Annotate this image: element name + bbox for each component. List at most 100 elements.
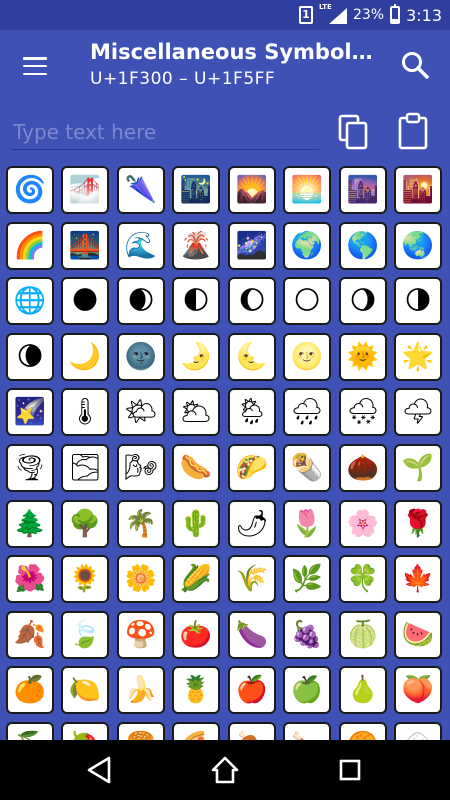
symbol-cell[interactable]: 🌧	[283, 388, 331, 437]
clipboard-icon[interactable]	[396, 112, 430, 150]
symbol-cell[interactable]: 🍕	[172, 722, 220, 740]
symbol-cell[interactable]: 🍄	[117, 610, 165, 659]
status-icons: 1 LTE 23% 3:13	[298, 3, 442, 25]
symbol-cell[interactable]: 🌬	[117, 444, 165, 492]
symbol-cell[interactable]: 🍅	[172, 610, 220, 659]
home-icon[interactable]	[207, 752, 243, 788]
symbol-cell[interactable]: 🌛	[172, 332, 220, 381]
symbol-cell[interactable]: 🌀	[6, 166, 54, 214]
symbol-cell[interactable]: 🍁	[394, 555, 442, 604]
symbol-cell[interactable]: 🌭	[172, 444, 220, 492]
symbol-cell[interactable]: 🌯	[283, 444, 331, 492]
symbol-cell[interactable]: 🍖	[228, 722, 276, 740]
symbol-cell[interactable]: 🌑	[61, 277, 109, 326]
symbol-cell[interactable]: 🍍	[172, 666, 220, 715]
symbol-cell[interactable]: 🌋	[172, 221, 220, 270]
symbol-cell[interactable]: 🍒	[6, 722, 54, 740]
symbol-cell[interactable]: 🍃	[61, 610, 109, 659]
symbol-cell[interactable]: 🌊	[117, 221, 165, 270]
symbol-cell[interactable]: 🌕	[283, 277, 331, 326]
symbol-cell[interactable]: 🌻	[61, 555, 109, 604]
symbol-cell[interactable]: 🍙	[394, 722, 442, 740]
symbol-cell[interactable]: 🌙	[61, 332, 109, 381]
symbol-cell[interactable]: 🍏	[283, 666, 331, 715]
symbol-cell[interactable]: 🌂	[117, 166, 165, 214]
symbol-cell[interactable]: 🌖	[339, 277, 387, 326]
symbol-cell[interactable]: 🍔	[117, 722, 165, 740]
symbol-cell[interactable]: 🍘	[339, 722, 387, 740]
symbol-cell[interactable]: 🍎	[228, 666, 276, 715]
symbol-cell[interactable]: 🍋	[61, 666, 109, 715]
symbol-cell[interactable]: 🍐	[339, 666, 387, 715]
symbol-cell[interactable]: 🌶	[228, 499, 276, 548]
symbol-cell[interactable]: 🌱	[394, 444, 442, 492]
symbol-cell[interactable]: 🍉	[394, 610, 442, 659]
battery-percent: 23%	[352, 7, 385, 23]
symbol-cell[interactable]: 🌚	[117, 332, 165, 381]
symbol-cell[interactable]: 🌡	[61, 388, 109, 437]
symbol-cell[interactable]: 🌔	[228, 277, 276, 326]
symbol-cell[interactable]: 🌠	[6, 388, 54, 437]
symbol-cell[interactable]: 🌗	[394, 277, 442, 326]
symbol-cell[interactable]: 🌿	[283, 555, 331, 604]
symbol-cell[interactable]: 🍇	[283, 610, 331, 659]
symbol-cell[interactable]: 🌓	[172, 277, 220, 326]
symbol-cell[interactable]: 🌇	[394, 166, 442, 214]
symbol-cell[interactable]: 🌞	[339, 332, 387, 381]
title-block: Miscellaneous Symbol… U+1F300 – U+1F5FF	[90, 40, 380, 89]
symbol-cell[interactable]: 🌮	[228, 444, 276, 492]
symbol-cell[interactable]: 🌝	[283, 332, 331, 381]
symbol-cell[interactable]: 🌃	[172, 166, 220, 214]
symbol-cell[interactable]: 🌅	[283, 166, 331, 214]
symbol-cell[interactable]: 🌲	[6, 499, 54, 548]
symbol-cell[interactable]: 🌨	[339, 388, 387, 437]
symbol-cell[interactable]: 🌳	[61, 499, 109, 548]
symbol-cell[interactable]: 🌷	[283, 499, 331, 548]
symbol-cell[interactable]: 🌟	[394, 332, 442, 381]
symbol-cell[interactable]: 🌪	[6, 444, 54, 492]
symbol-cell[interactable]: 🍆	[228, 610, 276, 659]
symbol-cell[interactable]: 🌒	[117, 277, 165, 326]
symbol-cell[interactable]: 🌉	[61, 221, 109, 270]
battery-icon	[390, 4, 401, 24]
text-input[interactable]	[11, 114, 319, 150]
symbol-cell[interactable]: 🌦	[228, 388, 276, 437]
symbol-cell[interactable]: 🌄	[228, 166, 276, 214]
search-icon[interactable]	[398, 48, 432, 82]
symbol-cell[interactable]: 🍊	[6, 666, 54, 715]
symbol-cell[interactable]: 🌼	[117, 555, 165, 604]
recents-icon[interactable]	[332, 752, 368, 788]
symbol-cell[interactable]: 🌫	[61, 444, 109, 492]
symbol-cell[interactable]: 🌘	[6, 332, 54, 381]
hamburger-menu-icon[interactable]	[18, 54, 52, 78]
symbol-cell[interactable]: 🌈	[6, 221, 54, 270]
symbol-cell[interactable]: 🌩	[394, 388, 442, 437]
copy-icon[interactable]	[336, 114, 370, 150]
symbol-cell[interactable]: 🍗	[283, 722, 331, 740]
symbol-cell[interactable]: 🌁	[61, 166, 109, 214]
symbol-cell[interactable]: 🌌	[228, 221, 276, 270]
symbol-cell[interactable]: 🌜	[228, 332, 276, 381]
symbol-cell[interactable]: 🌰	[339, 444, 387, 492]
symbol-cell[interactable]: 🌾	[228, 555, 276, 604]
symbol-cell[interactable]: 🌤	[117, 388, 165, 437]
back-icon[interactable]	[82, 752, 118, 788]
symbol-cell[interactable]: 🌵	[172, 499, 220, 548]
symbol-cell[interactable]: 🍈	[339, 610, 387, 659]
symbol-cell[interactable]: 🍓	[61, 722, 109, 740]
symbol-cell[interactable]: 🍑	[394, 666, 442, 715]
symbol-cell[interactable]: 🌍	[283, 221, 331, 270]
symbol-cell[interactable]: 🌎	[339, 221, 387, 270]
symbol-cell[interactable]: 🌽	[172, 555, 220, 604]
symbol-cell[interactable]: 🍌	[117, 666, 165, 715]
symbol-cell[interactable]: 🌐	[6, 277, 54, 326]
symbol-cell[interactable]: 🍂	[6, 610, 54, 659]
symbol-cell[interactable]: 🌥	[172, 388, 220, 437]
symbol-cell[interactable]: 🌺	[6, 555, 54, 604]
symbol-cell[interactable]: 🌴	[117, 499, 165, 548]
symbol-cell[interactable]: 🌹	[394, 499, 442, 548]
symbol-cell[interactable]: 🌆	[339, 166, 387, 214]
symbol-cell[interactable]: 🌏	[394, 221, 442, 270]
symbol-cell[interactable]: 🍀	[339, 555, 387, 604]
symbol-cell[interactable]: 🌸	[339, 499, 387, 548]
